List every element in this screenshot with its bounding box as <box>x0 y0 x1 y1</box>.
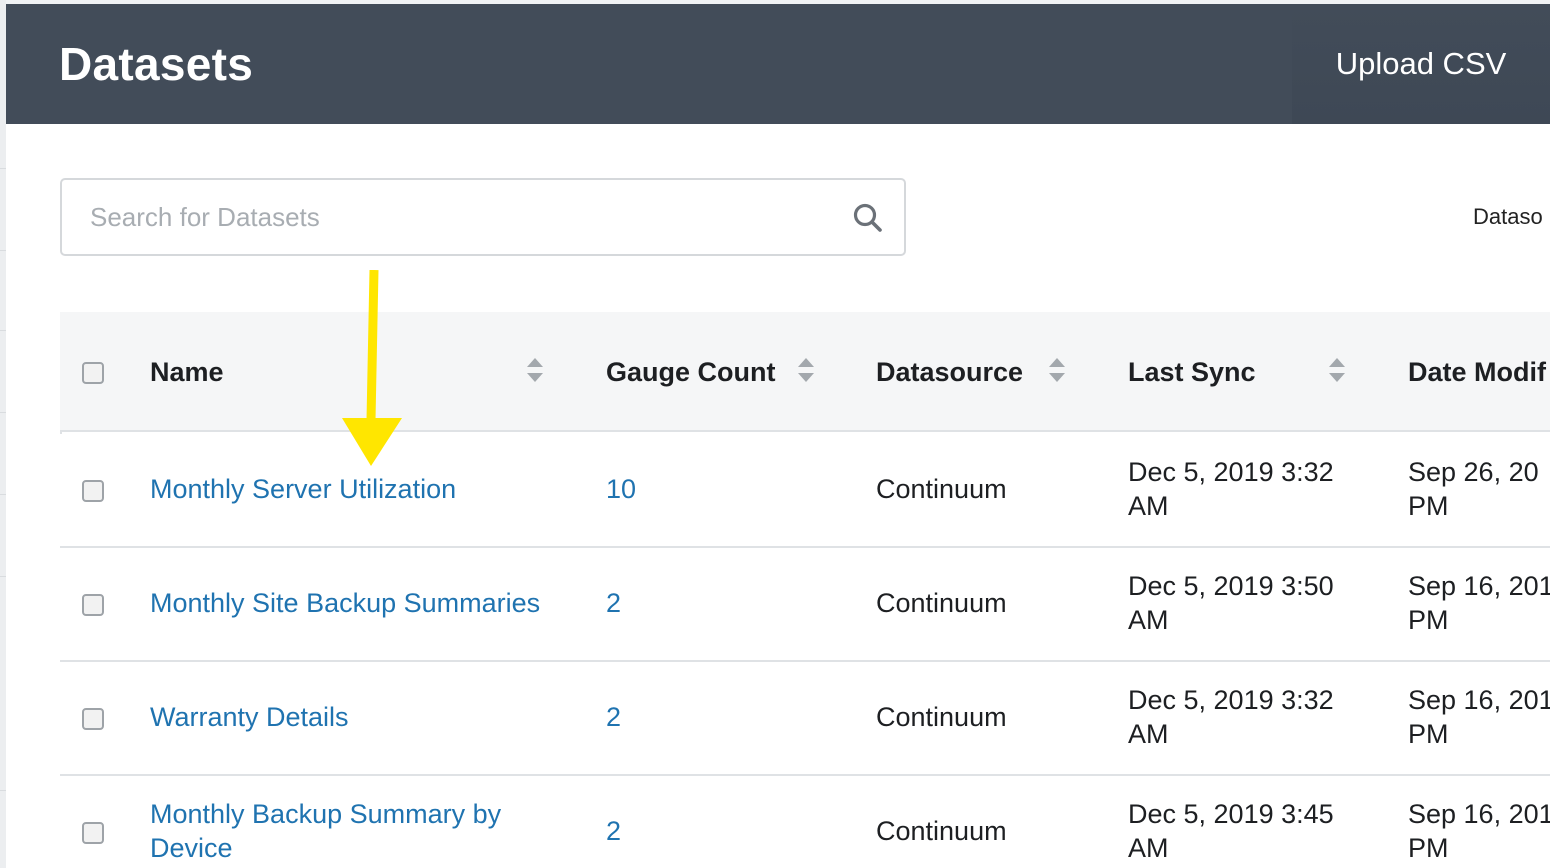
dataset-name-link[interactable]: Monthly Server Utilization <box>150 472 570 506</box>
gauge-count-link[interactable]: 10 <box>606 472 636 506</box>
last-sync-value: Dec 5, 2019 3:45 AM <box>1128 797 1368 865</box>
select-all-checkbox[interactable] <box>82 362 104 384</box>
last-sync-line: Dec 5, 2019 3:45 <box>1128 799 1334 829</box>
datasource-value: Continuum <box>876 702 1007 732</box>
datasource-filter-label[interactable]: Dataso <box>1473 204 1543 230</box>
date-modified-line: Sep 16, 201 <box>1408 799 1550 829</box>
date-modified-value: Sep 26, 20 PM <box>1408 455 1550 523</box>
table-row[interactable]: Monthly Backup Summary by Device 2 Conti… <box>60 776 1550 868</box>
dataset-name-link[interactable]: Monthly Site Backup Summaries <box>150 586 570 620</box>
datasource-value: Continuum <box>876 474 1007 504</box>
column-header-name[interactable]: Name <box>150 357 224 388</box>
table-header: Name Gauge Count Datasource Last Sync Da… <box>60 312 1550 432</box>
last-sync-value: Dec 5, 2019 3:50 AM <box>1128 569 1368 637</box>
table-row[interactable]: Monthly Server Utilization 10 Continuum … <box>60 434 1550 548</box>
date-modified-line: PM <box>1408 833 1449 863</box>
last-sync-value: Dec 5, 2019 3:32 AM <box>1128 455 1368 523</box>
date-modified-line: Sep 26, 20 <box>1408 457 1539 487</box>
last-sync-line: AM <box>1128 491 1169 521</box>
last-sync-line: Dec 5, 2019 3:32 <box>1128 457 1334 487</box>
date-modified-value: Sep 16, 201 PM <box>1408 797 1550 865</box>
dataset-name-line[interactable]: Device <box>150 831 570 865</box>
table-row[interactable]: Warranty Details 2 Continuum Dec 5, 2019… <box>60 662 1550 776</box>
gauge-count-link[interactable]: 2 <box>606 700 621 734</box>
dataset-name-link[interactable]: Monthly Backup Summary by Device <box>150 797 570 865</box>
gauge-count-link[interactable]: 2 <box>606 586 621 620</box>
date-modified-value: Sep 16, 201 PM <box>1408 683 1550 751</box>
page-title: Datasets <box>59 38 254 90</box>
last-sync-line: AM <box>1128 833 1169 863</box>
last-sync-value: Dec 5, 2019 3:32 AM <box>1128 683 1368 751</box>
date-modified-value: Sep 16, 201 PM <box>1408 569 1550 637</box>
table-row[interactable]: Monthly Site Backup Summaries 2 Continuu… <box>60 548 1550 662</box>
row-checkbox[interactable] <box>82 480 104 502</box>
date-modified-line: Sep 16, 201 <box>1408 685 1550 715</box>
search-input[interactable] <box>62 180 842 254</box>
datasets-table: Name Gauge Count Datasource Last Sync Da… <box>60 312 1550 868</box>
datasource-value: Continuum <box>876 588 1007 618</box>
last-sync-line: Dec 5, 2019 3:50 <box>1128 571 1334 601</box>
date-modified-line: Sep 16, 201 <box>1408 571 1550 601</box>
date-modified-line: PM <box>1408 605 1449 635</box>
date-modified-line: PM <box>1408 491 1449 521</box>
column-header-date-modified[interactable]: Date Modif <box>1408 357 1546 388</box>
last-sync-line: AM <box>1128 605 1169 635</box>
dataset-name-line[interactable]: Monthly Backup Summary by <box>150 797 570 831</box>
row-checkbox[interactable] <box>82 708 104 730</box>
gauge-count-link[interactable]: 2 <box>606 814 621 848</box>
search-icon[interactable] <box>852 202 884 234</box>
sort-icon[interactable] <box>526 356 544 384</box>
date-modified-line: PM <box>1408 719 1449 749</box>
row-checkbox[interactable] <box>82 822 104 844</box>
column-header-gauge-count[interactable]: Gauge Count <box>606 357 776 388</box>
page-header: Datasets Upload CSV <box>6 4 1550 124</box>
datasource-value: Continuum <box>876 816 1007 846</box>
last-sync-line: Dec 5, 2019 3:32 <box>1128 685 1334 715</box>
search-box <box>60 178 906 256</box>
row-checkbox[interactable] <box>82 594 104 616</box>
column-header-datasource[interactable]: Datasource <box>876 357 1023 388</box>
dataset-name-link[interactable]: Warranty Details <box>150 700 570 734</box>
last-sync-line: AM <box>1128 719 1169 749</box>
datasets-panel: Datasets Upload CSV Dataso Name Gauge Co… <box>6 4 1550 868</box>
upload-csv-button[interactable]: Upload CSV <box>1292 4 1550 124</box>
sort-icon[interactable] <box>1048 356 1066 384</box>
sort-icon[interactable] <box>797 356 815 384</box>
sort-icon[interactable] <box>1328 356 1346 384</box>
column-header-last-sync[interactable]: Last Sync <box>1128 357 1256 388</box>
